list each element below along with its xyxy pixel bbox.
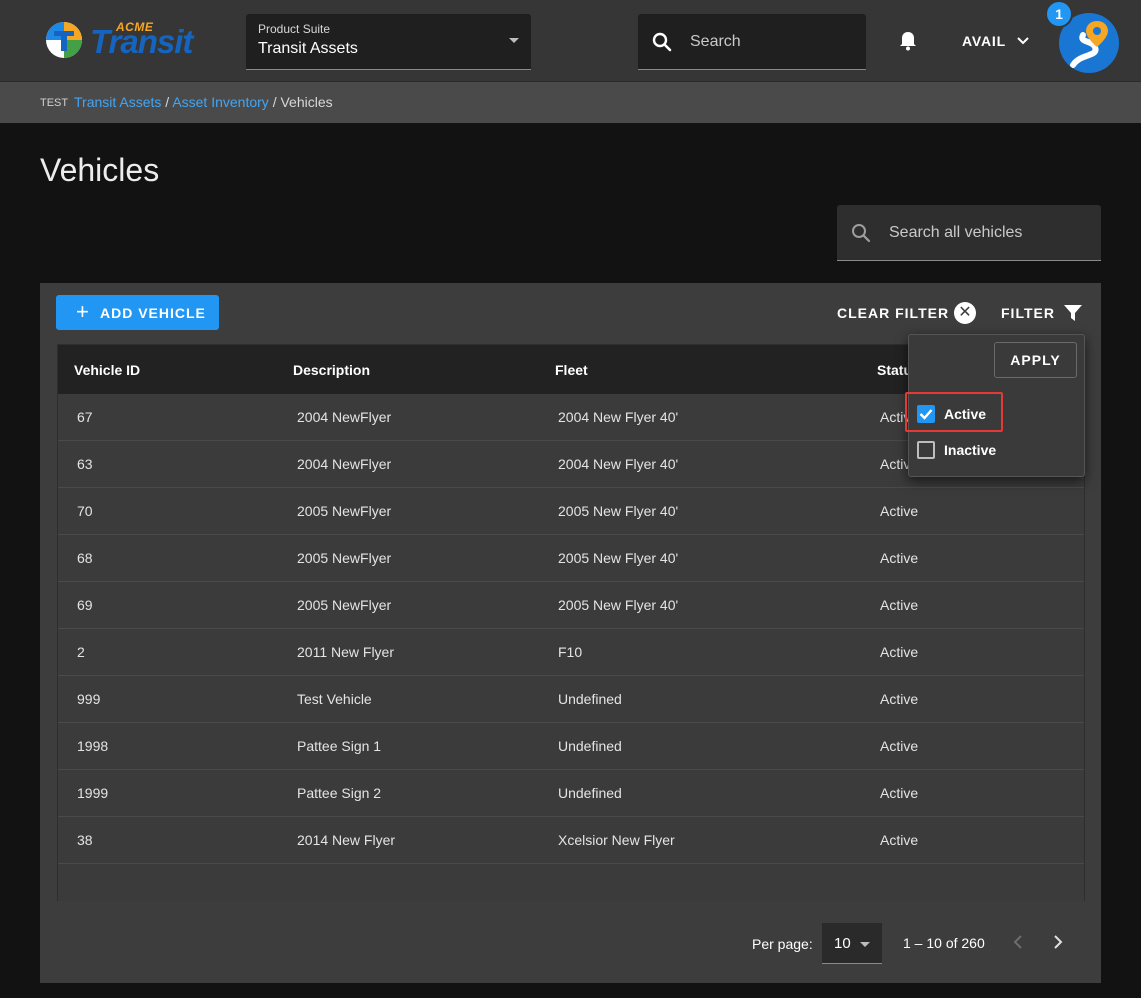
- cell-fleet: 2005 New Flyer 40': [558, 503, 679, 519]
- cell-fleet: 2004 New Flyer 40': [558, 409, 679, 425]
- global-search-placeholder: Search: [690, 33, 741, 50]
- filter-button[interactable]: FILTER: [1001, 305, 1055, 321]
- cell-description: 2005 NewFlyer: [297, 503, 392, 519]
- clear-filter-button[interactable]: CLEAR FILTER: [837, 305, 949, 321]
- top-app-bar: ACME Transit Product Suite Transit Asset…: [0, 0, 1141, 82]
- cell-status: Active: [880, 785, 919, 801]
- chevron-down-icon[interactable]: [1016, 34, 1030, 48]
- cell-fleet: Undefined: [558, 785, 622, 801]
- breadcrumb-separator: /: [268, 94, 281, 110]
- search-icon: [652, 32, 672, 52]
- cell-fleet: F10: [558, 644, 583, 660]
- cell-description: 2004 NewFlyer: [297, 456, 392, 472]
- acme-transit-logo[interactable]: ACME Transit: [44, 20, 214, 60]
- per-page-label: Per page:: [752, 936, 813, 952]
- cell-description: 2014 New Flyer: [297, 832, 396, 848]
- cell-description: 2005 NewFlyer: [297, 597, 392, 613]
- pagination-range: 1 – 10 of 260: [903, 935, 985, 951]
- chevron-left-icon[interactable]: [1010, 933, 1028, 951]
- breadcrumb-separator: /: [161, 94, 173, 110]
- cell-vehicle-id: 1999: [77, 785, 109, 801]
- cell-status: Active: [880, 691, 919, 707]
- breadcrumb-links: Transit Assets / Asset Inventory / Vehic…: [74, 94, 333, 110]
- cell-vehicle-id: 2: [77, 644, 85, 660]
- cell-status: Active: [880, 550, 919, 566]
- table-row[interactable]: 68 2005 NewFlyer 2005 New Flyer 40' Active: [58, 535, 1084, 582]
- cell-description: 2005 NewFlyer: [297, 550, 392, 566]
- cell-vehicle-id: 69: [77, 597, 93, 613]
- filter-option-label: Inactive: [944, 442, 997, 458]
- cell-vehicle-id: 38: [77, 832, 93, 848]
- cell-description: Pattee Sign 2: [297, 785, 382, 801]
- cell-fleet: 2004 New Flyer 40': [558, 456, 679, 472]
- cell-fleet: Undefined: [558, 738, 622, 754]
- column-header-vehicle-id[interactable]: Vehicle ID: [74, 362, 140, 378]
- product-suite-label: Product Suite: [258, 22, 331, 36]
- table-row[interactable]: 1999 Pattee Sign 2 Undefined Active: [58, 770, 1084, 817]
- close-circle-icon[interactable]: ✕: [954, 302, 976, 324]
- table-row[interactable]: 2 2011 New Flyer F10 Active: [58, 629, 1084, 676]
- cell-description: 2004 NewFlyer: [297, 409, 392, 425]
- table-row[interactable]: 38 2014 New Flyer Xcelsior New Flyer Active: [58, 817, 1084, 864]
- breadcrumb-asset-inventory[interactable]: Asset Inventory: [172, 94, 269, 110]
- table-footer: [58, 864, 1084, 901]
- product-suite-select[interactable]: Product Suite Transit Assets: [246, 14, 531, 70]
- column-header-description[interactable]: Description: [293, 362, 370, 378]
- column-header-fleet[interactable]: Fleet: [555, 362, 588, 378]
- cell-description: Pattee Sign 1: [297, 738, 382, 754]
- user-menu-label[interactable]: AVAIL: [962, 33, 1006, 49]
- page-title: Vehicles: [40, 152, 160, 188]
- filter-icon[interactable]: [1063, 304, 1083, 322]
- cell-fleet: 2005 New Flyer 40': [558, 550, 679, 566]
- plus-icon: +: [76, 299, 90, 324]
- breadcrumb-current: Vehicles: [280, 94, 333, 110]
- chevron-right-icon[interactable]: [1048, 933, 1066, 951]
- dropdown-caret-icon: [509, 38, 519, 43]
- cell-fleet: Xcelsior New Flyer: [558, 832, 675, 848]
- cell-status: Active: [880, 832, 919, 848]
- cell-vehicle-id: 67: [77, 409, 93, 425]
- cell-fleet: Undefined: [558, 691, 622, 707]
- cell-vehicle-id: 68: [77, 550, 93, 566]
- dropdown-caret-icon: [860, 942, 870, 947]
- table-row[interactable]: 70 2005 NewFlyer 2005 New Flyer 40' Active: [58, 488, 1084, 535]
- breadcrumb-transit-assets[interactable]: Transit Assets: [74, 94, 161, 110]
- global-search-input[interactable]: Search: [638, 14, 866, 70]
- cell-description: Test Vehicle: [297, 691, 372, 707]
- cell-description: 2011 New Flyer: [297, 644, 395, 660]
- logo-mark-icon: [46, 22, 82, 58]
- cell-vehicle-id: 70: [77, 503, 93, 519]
- highlight-box: [905, 392, 1003, 432]
- vehicle-search-input[interactable]: Search all vehicles: [837, 205, 1101, 261]
- apply-filter-button[interactable]: APPLY: [994, 342, 1077, 378]
- cell-vehicle-id: 63: [77, 456, 93, 472]
- cell-fleet: 2005 New Flyer 40': [558, 597, 679, 613]
- add-vehicle-button[interactable]: + ADD VEHICLE: [56, 295, 219, 330]
- bell-icon[interactable]: [896, 29, 920, 53]
- checkbox-unchecked-icon[interactable]: [917, 441, 935, 459]
- cell-status: Active: [880, 738, 919, 754]
- vehicle-search-placeholder: Search all vehicles: [889, 224, 1023, 241]
- cell-status: Active: [880, 644, 919, 660]
- environment-label: TEST: [40, 97, 69, 109]
- breadcrumb: TEST Transit Assets / Asset Inventory / …: [0, 82, 1141, 123]
- product-suite-value: Transit Assets: [258, 40, 358, 57]
- per-page-value: 10: [834, 935, 851, 952]
- cell-status: Active: [880, 503, 919, 519]
- logo-transit-text: Transit: [90, 23, 193, 60]
- notification-badge: 1: [1045, 0, 1073, 28]
- add-vehicle-label: ADD VEHICLE: [100, 305, 206, 321]
- cell-vehicle-id: 1998: [77, 738, 109, 754]
- cell-vehicle-id: 999: [77, 691, 101, 707]
- table-row[interactable]: 1998 Pattee Sign 1 Undefined Active: [58, 723, 1084, 770]
- cell-status: Active: [880, 597, 919, 613]
- table-row[interactable]: 69 2005 NewFlyer 2005 New Flyer 40' Active: [58, 582, 1084, 629]
- search-icon: [852, 224, 871, 243]
- per-page-select[interactable]: 10: [822, 923, 882, 964]
- table-row[interactable]: 999 Test Vehicle Undefined Active: [58, 676, 1084, 723]
